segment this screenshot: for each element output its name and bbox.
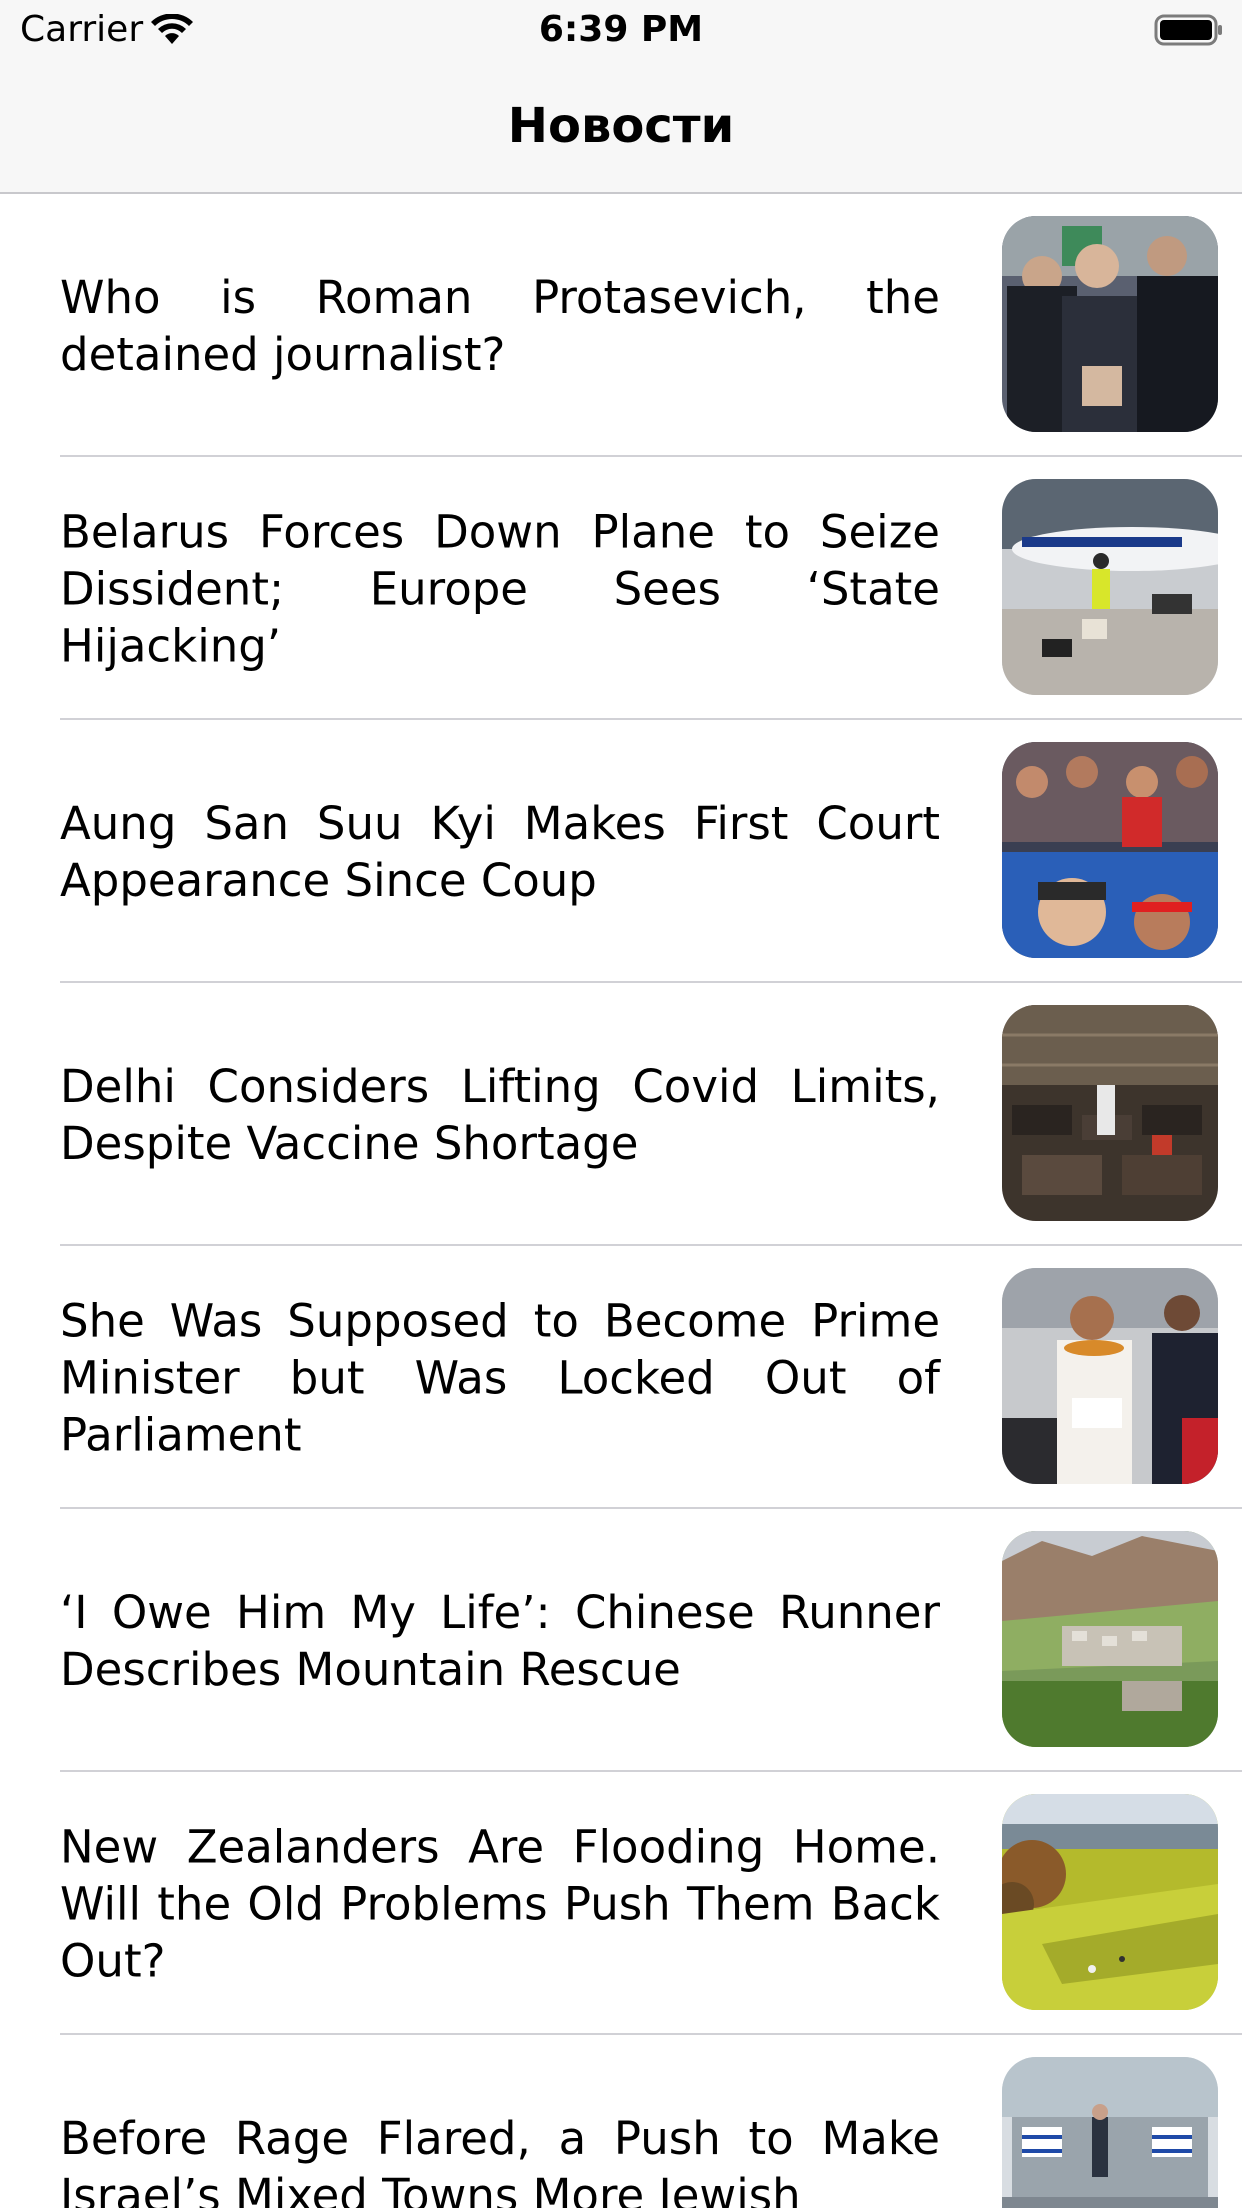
news-title: Belarus Forces Down Plane to Seize Dissi…: [60, 505, 940, 672]
news-thumbnail: [1002, 1005, 1218, 1221]
news-row[interactable]: Before Rage Flared, a Push to Make Israe…: [0, 2035, 1242, 2208]
news-title: Delhi Considers Lifting Covid Limits, De…: [60, 1059, 940, 1170]
news-thumbnail: [1002, 216, 1218, 432]
battery-icon: [1154, 14, 1222, 46]
status-time: 6:39 PM: [538, 9, 704, 50]
news-title: Before Rage Flared, a Push to Make Israe…: [60, 2111, 940, 2208]
news-thumbnail: [1002, 1268, 1218, 1484]
status-bar: Carrier 6:39 PM: [0, 0, 1242, 60]
news-title: New Zealanders Are Flooding Home. Will t…: [60, 1820, 940, 1987]
news-title: Aung San Suu Kyi Makes First Court Appea…: [60, 796, 940, 907]
news-row[interactable]: She Was Supposed to Become Prime Ministe…: [0, 1246, 1242, 1509]
navigation-bar: Новости: [0, 60, 1242, 194]
news-list[interactable]: Who is Roman Protasevich, the detained j…: [0, 194, 1242, 2208]
news-row[interactable]: Aung San Suu Kyi Makes First Court Appea…: [0, 720, 1242, 983]
news-row[interactable]: Belarus Forces Down Plane to Seize Dissi…: [0, 457, 1242, 720]
news-row[interactable]: New Zealanders Are Flooding Home. Will t…: [0, 1772, 1242, 2035]
news-thumbnail: [1002, 742, 1218, 958]
news-thumbnail: [1002, 1794, 1218, 2010]
news-title: Who is Roman Protasevich, the detained j…: [60, 270, 940, 381]
news-thumbnail: [1002, 1531, 1218, 1747]
news-row[interactable]: ‘I Owe Him My Life’: Chinese Runner Desc…: [0, 1509, 1242, 1772]
news-row[interactable]: Delhi Considers Lifting Covid Limits, De…: [0, 983, 1242, 1246]
news-row[interactable]: Who is Roman Protasevich, the detained j…: [0, 194, 1242, 457]
news-thumbnail: [1002, 2057, 1218, 2208]
page-title: Новости: [507, 98, 735, 154]
news-thumbnail: [1002, 479, 1218, 695]
news-title: She Was Supposed to Become Prime Ministe…: [60, 1294, 940, 1461]
news-title: ‘I Owe Him My Life’: Chinese Runner Desc…: [60, 1585, 940, 1696]
